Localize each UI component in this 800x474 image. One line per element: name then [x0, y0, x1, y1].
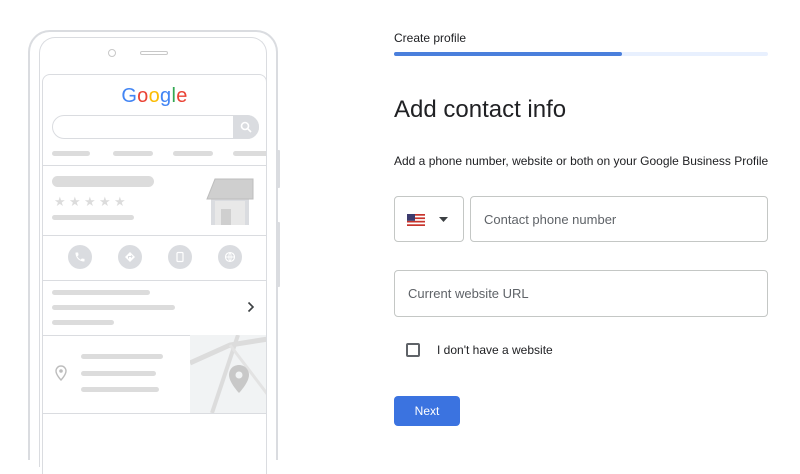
- phone-camera: [108, 49, 116, 57]
- divider: [43, 235, 266, 236]
- phone-number-input[interactable]: [471, 197, 767, 241]
- mock-search-bar: [52, 115, 259, 139]
- bookmark-icon: [168, 245, 192, 269]
- mock-text-line: [52, 290, 150, 295]
- google-logo: Google: [121, 85, 188, 107]
- mock-tab: [52, 151, 90, 156]
- no-website-checkbox[interactable]: [406, 343, 420, 357]
- mock-tab: [173, 151, 213, 156]
- divider: [43, 413, 266, 414]
- progress-fill: [394, 52, 623, 56]
- no-website-label[interactable]: I don't have a website: [437, 343, 553, 357]
- star-icon: ★: [69, 194, 81, 209]
- mock-text-line: [52, 320, 114, 325]
- mock-tab: [233, 151, 266, 156]
- star-icon: ★: [114, 194, 126, 209]
- mock-text-line: [52, 305, 175, 310]
- phone-illustration: Google ★ ★ ★ ★ ★: [28, 30, 278, 474]
- location-pin-icon: [55, 365, 67, 381]
- mock-map: [190, 335, 266, 413]
- chevron-right-icon: [247, 301, 255, 313]
- phone-screen: Google ★ ★ ★ ★ ★: [42, 74, 267, 474]
- mock-business-name: [52, 176, 154, 187]
- mock-text-line: [81, 371, 156, 376]
- phone-side-button: [277, 222, 280, 287]
- directions-icon: [118, 245, 142, 269]
- mock-text-line: [81, 387, 159, 392]
- next-button[interactable]: Next: [394, 396, 460, 426]
- mock-tab: [113, 151, 153, 156]
- country-code-selector[interactable]: [394, 196, 464, 242]
- divider: [43, 280, 266, 281]
- page-description: Add a phone number, website or both on y…: [394, 154, 769, 168]
- storefront-icon: [206, 178, 254, 225]
- website-url-field[interactable]: [394, 270, 768, 317]
- arrow-drop-down-icon: [439, 217, 448, 222]
- search-icon: [233, 115, 259, 139]
- star-icon: ★: [54, 194, 66, 209]
- divider: [43, 165, 266, 166]
- phone-number-field[interactable]: [470, 196, 768, 242]
- star-icon: ★: [84, 194, 96, 209]
- phone-side-button: [277, 150, 280, 188]
- page-title: Add contact info: [394, 96, 567, 123]
- star-icon: ★: [99, 194, 111, 209]
- phone-speaker: [140, 51, 168, 55]
- step-label: Create profile: [394, 31, 467, 45]
- us-flag-icon: [407, 214, 425, 226]
- globe-icon: [218, 245, 242, 269]
- website-url-input[interactable]: [395, 271, 767, 316]
- mock-category: [52, 215, 134, 220]
- phone-icon: [68, 245, 92, 269]
- progress-bar: [394, 52, 768, 56]
- mock-text-line: [81, 354, 163, 359]
